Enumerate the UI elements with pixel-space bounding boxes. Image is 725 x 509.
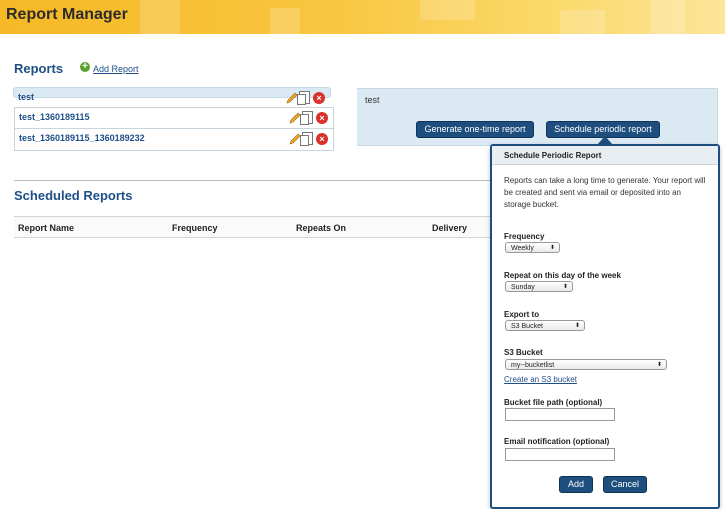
email-label: Email notification (optional)	[504, 437, 610, 446]
column-header[interactable]: Frequency	[172, 223, 218, 233]
select-arrows-icon: ⬍	[574, 323, 580, 329]
banner-decoration	[140, 0, 180, 34]
row-actions: ×	[289, 132, 329, 146]
banner-decoration	[420, 0, 475, 20]
day-value: Sunday	[511, 284, 535, 291]
schedule-popup: Schedule Periodic Report Reports can tak…	[490, 144, 720, 509]
delete-icon[interactable]: ×	[316, 112, 328, 124]
export-select[interactable]: S3 Bucket ⬍	[505, 320, 585, 331]
section-divider	[14, 180, 494, 181]
popup-title: Schedule Periodic Report	[504, 151, 602, 160]
copy-icon[interactable]	[297, 91, 310, 105]
frequency-value: Weekly	[511, 245, 534, 252]
report-detail-panel	[357, 88, 718, 146]
reports-heading: Reports	[14, 61, 64, 76]
export-value: S3 Bucket	[511, 323, 543, 330]
column-header[interactable]: Repeats On	[296, 223, 346, 233]
column-header[interactable]: Report Name	[18, 223, 74, 233]
report-row[interactable]: test_1360189115 ×	[14, 107, 334, 130]
column-header[interactable]: Delivery	[432, 223, 467, 233]
app-title: Report Manager	[6, 6, 128, 23]
create-s3-bucket-link[interactable]: Create an S3 bucket	[504, 375, 577, 384]
select-arrows-icon: ⬍	[656, 362, 662, 368]
report-name[interactable]: test_1360189115_1360189232	[19, 133, 145, 143]
frequency-label: Frequency	[504, 232, 545, 241]
delete-icon[interactable]: ×	[313, 92, 325, 104]
day-select[interactable]: Sunday ⬍	[505, 281, 573, 292]
add-button[interactable]: Add	[559, 476, 593, 493]
banner-decoration	[650, 0, 685, 34]
export-label: Export to	[504, 310, 540, 319]
row-actions: ×	[289, 111, 329, 125]
popup-description: Reports can take a long time to generate…	[504, 176, 706, 209]
report-row[interactable]: test_1360189115_1360189232 ×	[14, 128, 334, 151]
cancel-button[interactable]: Cancel	[603, 476, 647, 493]
report-row[interactable]: test ×	[13, 87, 331, 105]
banner-decoration	[270, 8, 300, 34]
copy-icon[interactable]	[300, 111, 313, 125]
report-name[interactable]: test	[18, 92, 34, 103]
selected-report-name: test	[365, 95, 380, 105]
s3-bucket-value: my--bucketlist	[511, 362, 555, 369]
popup-header: Schedule Periodic Report	[492, 146, 718, 165]
report-name[interactable]: test_1360189115	[19, 112, 90, 122]
frequency-select[interactable]: Weekly ⬍	[505, 242, 560, 253]
email-input[interactable]	[505, 448, 615, 461]
s3-bucket-select[interactable]: my--bucketlist ⬍	[505, 359, 667, 370]
select-arrows-icon: ⬍	[562, 284, 568, 290]
generate-report-button[interactable]: Generate one-time report	[416, 121, 534, 138]
delete-icon[interactable]: ×	[316, 133, 328, 145]
bucket-path-label: Bucket file path (optional)	[504, 398, 603, 407]
select-arrows-icon: ⬍	[549, 245, 555, 251]
scheduled-table-header: Report Name Frequency Repeats On Deliver…	[14, 216, 494, 238]
bucket-path-input[interactable]	[505, 408, 615, 421]
s3-bucket-label: S3 Bucket	[504, 348, 543, 357]
row-actions: ×	[286, 91, 326, 105]
scheduled-reports-heading: Scheduled Reports	[14, 188, 133, 203]
add-report-link[interactable]: Add Report	[93, 64, 139, 74]
add-icon[interactable]: +	[80, 62, 90, 72]
copy-icon[interactable]	[300, 132, 313, 146]
banner-decoration	[560, 10, 605, 34]
header-banner: Report Manager	[0, 0, 725, 34]
day-label: Repeat on this day of the week	[504, 271, 621, 280]
